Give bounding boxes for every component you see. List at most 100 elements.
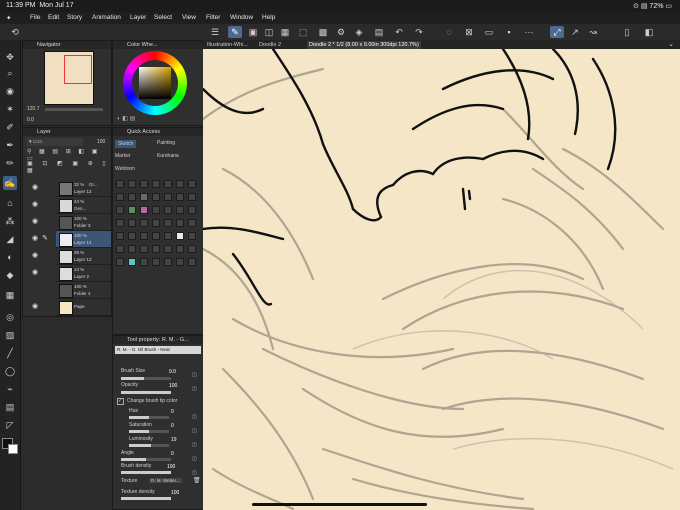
- tab-kurohana[interactable]: Kurohana: [157, 153, 179, 159]
- tool-slot[interactable]: [116, 245, 124, 253]
- tool-slot[interactable]: [176, 193, 184, 201]
- menu-layer[interactable]: Layer: [130, 14, 146, 21]
- fill-icon[interactable]: ▪: [502, 26, 516, 38]
- select-icon[interactable]: ⬚: [296, 26, 310, 38]
- airbrush-icon[interactable]: ⌂: [3, 196, 17, 210]
- eye-icon[interactable]: ◉: [31, 252, 39, 260]
- correct-line-icon[interactable]: ⌁: [3, 382, 17, 396]
- eye-icon[interactable]: ◉: [31, 201, 39, 209]
- tool-slot[interactable]: [188, 258, 196, 266]
- saturation-slider[interactable]: [129, 430, 169, 433]
- opacity-slider[interactable]: [121, 391, 171, 394]
- brush-size-slider[interactable]: [121, 377, 171, 380]
- change-tip-color-checkbox[interactable]: ✓: [117, 398, 124, 405]
- menu-help[interactable]: Help: [262, 14, 275, 21]
- doc-tab[interactable]: Illustration-Whi...: [207, 41, 248, 49]
- tool-slot[interactable]: [164, 258, 172, 266]
- decoration-icon[interactable]: ⁂: [3, 214, 17, 228]
- navigator-zoom[interactable]: 120.7: [27, 106, 40, 112]
- stroke-stabilizer-icon[interactable]: ⤢: [550, 26, 564, 38]
- layer-blend-mode[interactable]: ▾ ▭▭: [27, 138, 83, 146]
- eyedropper-icon[interactable]: ✐: [3, 120, 17, 134]
- mesh-icon[interactable]: ▩: [316, 26, 330, 38]
- tool-slot[interactable]: [188, 206, 196, 214]
- tool-slot[interactable]: [152, 206, 160, 214]
- menu-view[interactable]: View: [182, 14, 196, 21]
- menu-file[interactable]: File: [30, 14, 40, 21]
- doc-tab[interactable]: Doodle 2: [259, 41, 281, 49]
- layers-panel-icon[interactable]: ◧: [642, 26, 656, 38]
- prop-opacity-value[interactable]: 100: [169, 383, 177, 389]
- navigator-thumbnail[interactable]: [44, 51, 94, 105]
- navigator-zoom-slider[interactable]: [45, 108, 103, 111]
- curve-icon[interactable]: ↗: [568, 26, 582, 38]
- saturation-value-square[interactable]: [139, 67, 171, 99]
- tool-slot[interactable]: [152, 219, 160, 227]
- tool-slot[interactable]: [140, 206, 148, 214]
- tool-slot[interactable]: [128, 232, 136, 240]
- texture-density-slider[interactable]: [121, 497, 171, 500]
- prop-angle-value[interactable]: 0: [171, 451, 174, 457]
- layer-row[interactable]: 35 % Layer 13: [56, 248, 111, 265]
- prop-brush-size-value[interactable]: 9.0: [169, 369, 176, 375]
- eye-icon[interactable]: ◉: [31, 218, 39, 226]
- tab-marker[interactable]: Marker: [115, 153, 131, 159]
- pen-icon[interactable]: ✒: [3, 138, 17, 152]
- tool-slot[interactable]: [176, 219, 184, 227]
- menu-story[interactable]: Story: [67, 14, 82, 21]
- sub-color-swatch[interactable]: [8, 444, 18, 454]
- eye-icon[interactable]: ◉: [31, 235, 39, 243]
- tool-slot[interactable]: [140, 258, 148, 266]
- tool-slot[interactable]: [152, 193, 160, 201]
- tool-slot[interactable]: [188, 193, 196, 201]
- deselect-icon[interactable]: ⊠: [462, 26, 476, 38]
- swirl-icon[interactable]: ⟲: [8, 26, 22, 38]
- eye-icon[interactable]: ◉: [31, 184, 39, 192]
- hue-slider[interactable]: [129, 416, 169, 419]
- transform-icon[interactable]: ◈: [352, 26, 366, 38]
- app-menu-icon[interactable]: ✦: [6, 14, 11, 22]
- menu-filter[interactable]: Filter: [206, 14, 220, 21]
- auto-select-icon[interactable]: ✶: [3, 102, 17, 116]
- pencil-icon[interactable]: ✏: [3, 156, 17, 170]
- ruler-tool-icon[interactable]: ╱: [3, 346, 17, 360]
- canvas-icon[interactable]: ▣: [246, 26, 260, 38]
- prop-brush-density-value[interactable]: 100: [167, 464, 175, 470]
- color-wheel[interactable]: [123, 51, 187, 115]
- menu-edit[interactable]: Edit: [48, 14, 59, 21]
- layer-row[interactable]: 14 % Layer 2: [56, 265, 111, 282]
- prop-texture-density-value[interactable]: 100: [171, 490, 179, 496]
- brush-density-slider[interactable]: [121, 471, 171, 474]
- tool-slot[interactable]: [128, 180, 136, 188]
- tool-slot[interactable]: [116, 206, 124, 214]
- redo-icon[interactable]: ↷: [412, 26, 426, 38]
- tool-slot[interactable]: [140, 232, 148, 240]
- gear-icon[interactable]: ⚙: [334, 26, 348, 38]
- tool-slot[interactable]: [140, 180, 148, 188]
- tool-slot[interactable]: [140, 245, 148, 253]
- tool-slot[interactable]: [140, 219, 148, 227]
- navigator-viewport-frame[interactable]: [64, 55, 92, 84]
- layer-row[interactable]: 32 % Gr... Layer 12: [56, 180, 111, 197]
- tool-slot[interactable]: [188, 245, 196, 253]
- tool-slot[interactable]: [164, 206, 172, 214]
- tool-slot[interactable]: [128, 258, 136, 266]
- layer-row[interactable]: Pape: [56, 299, 111, 316]
- tool-slot[interactable]: [152, 258, 160, 266]
- drawing-canvas[interactable]: [203, 49, 680, 510]
- undo-icon[interactable]: ↶: [392, 26, 406, 38]
- eraser-icon[interactable]: ◢: [3, 232, 17, 246]
- tool-slot[interactable]: [140, 193, 148, 201]
- tool-slot[interactable]: [116, 219, 124, 227]
- tabs-dropdown-icon[interactable]: ⌄: [668, 40, 674, 48]
- menu-animation[interactable]: Animation: [92, 14, 121, 21]
- tool-slot[interactable]: [188, 180, 196, 188]
- tool-slot[interactable]: [188, 219, 196, 227]
- home-indicator[interactable]: [252, 503, 427, 506]
- grid-icon[interactable]: ▦: [278, 26, 292, 38]
- tab-painting[interactable]: Painting: [157, 140, 175, 146]
- luminosity-slider[interactable]: [129, 444, 169, 447]
- layer-row[interactable]: 24 % Gen...: [56, 197, 111, 214]
- tool-slot[interactable]: [116, 193, 124, 201]
- tab-webtoon[interactable]: Webtoon: [115, 166, 135, 172]
